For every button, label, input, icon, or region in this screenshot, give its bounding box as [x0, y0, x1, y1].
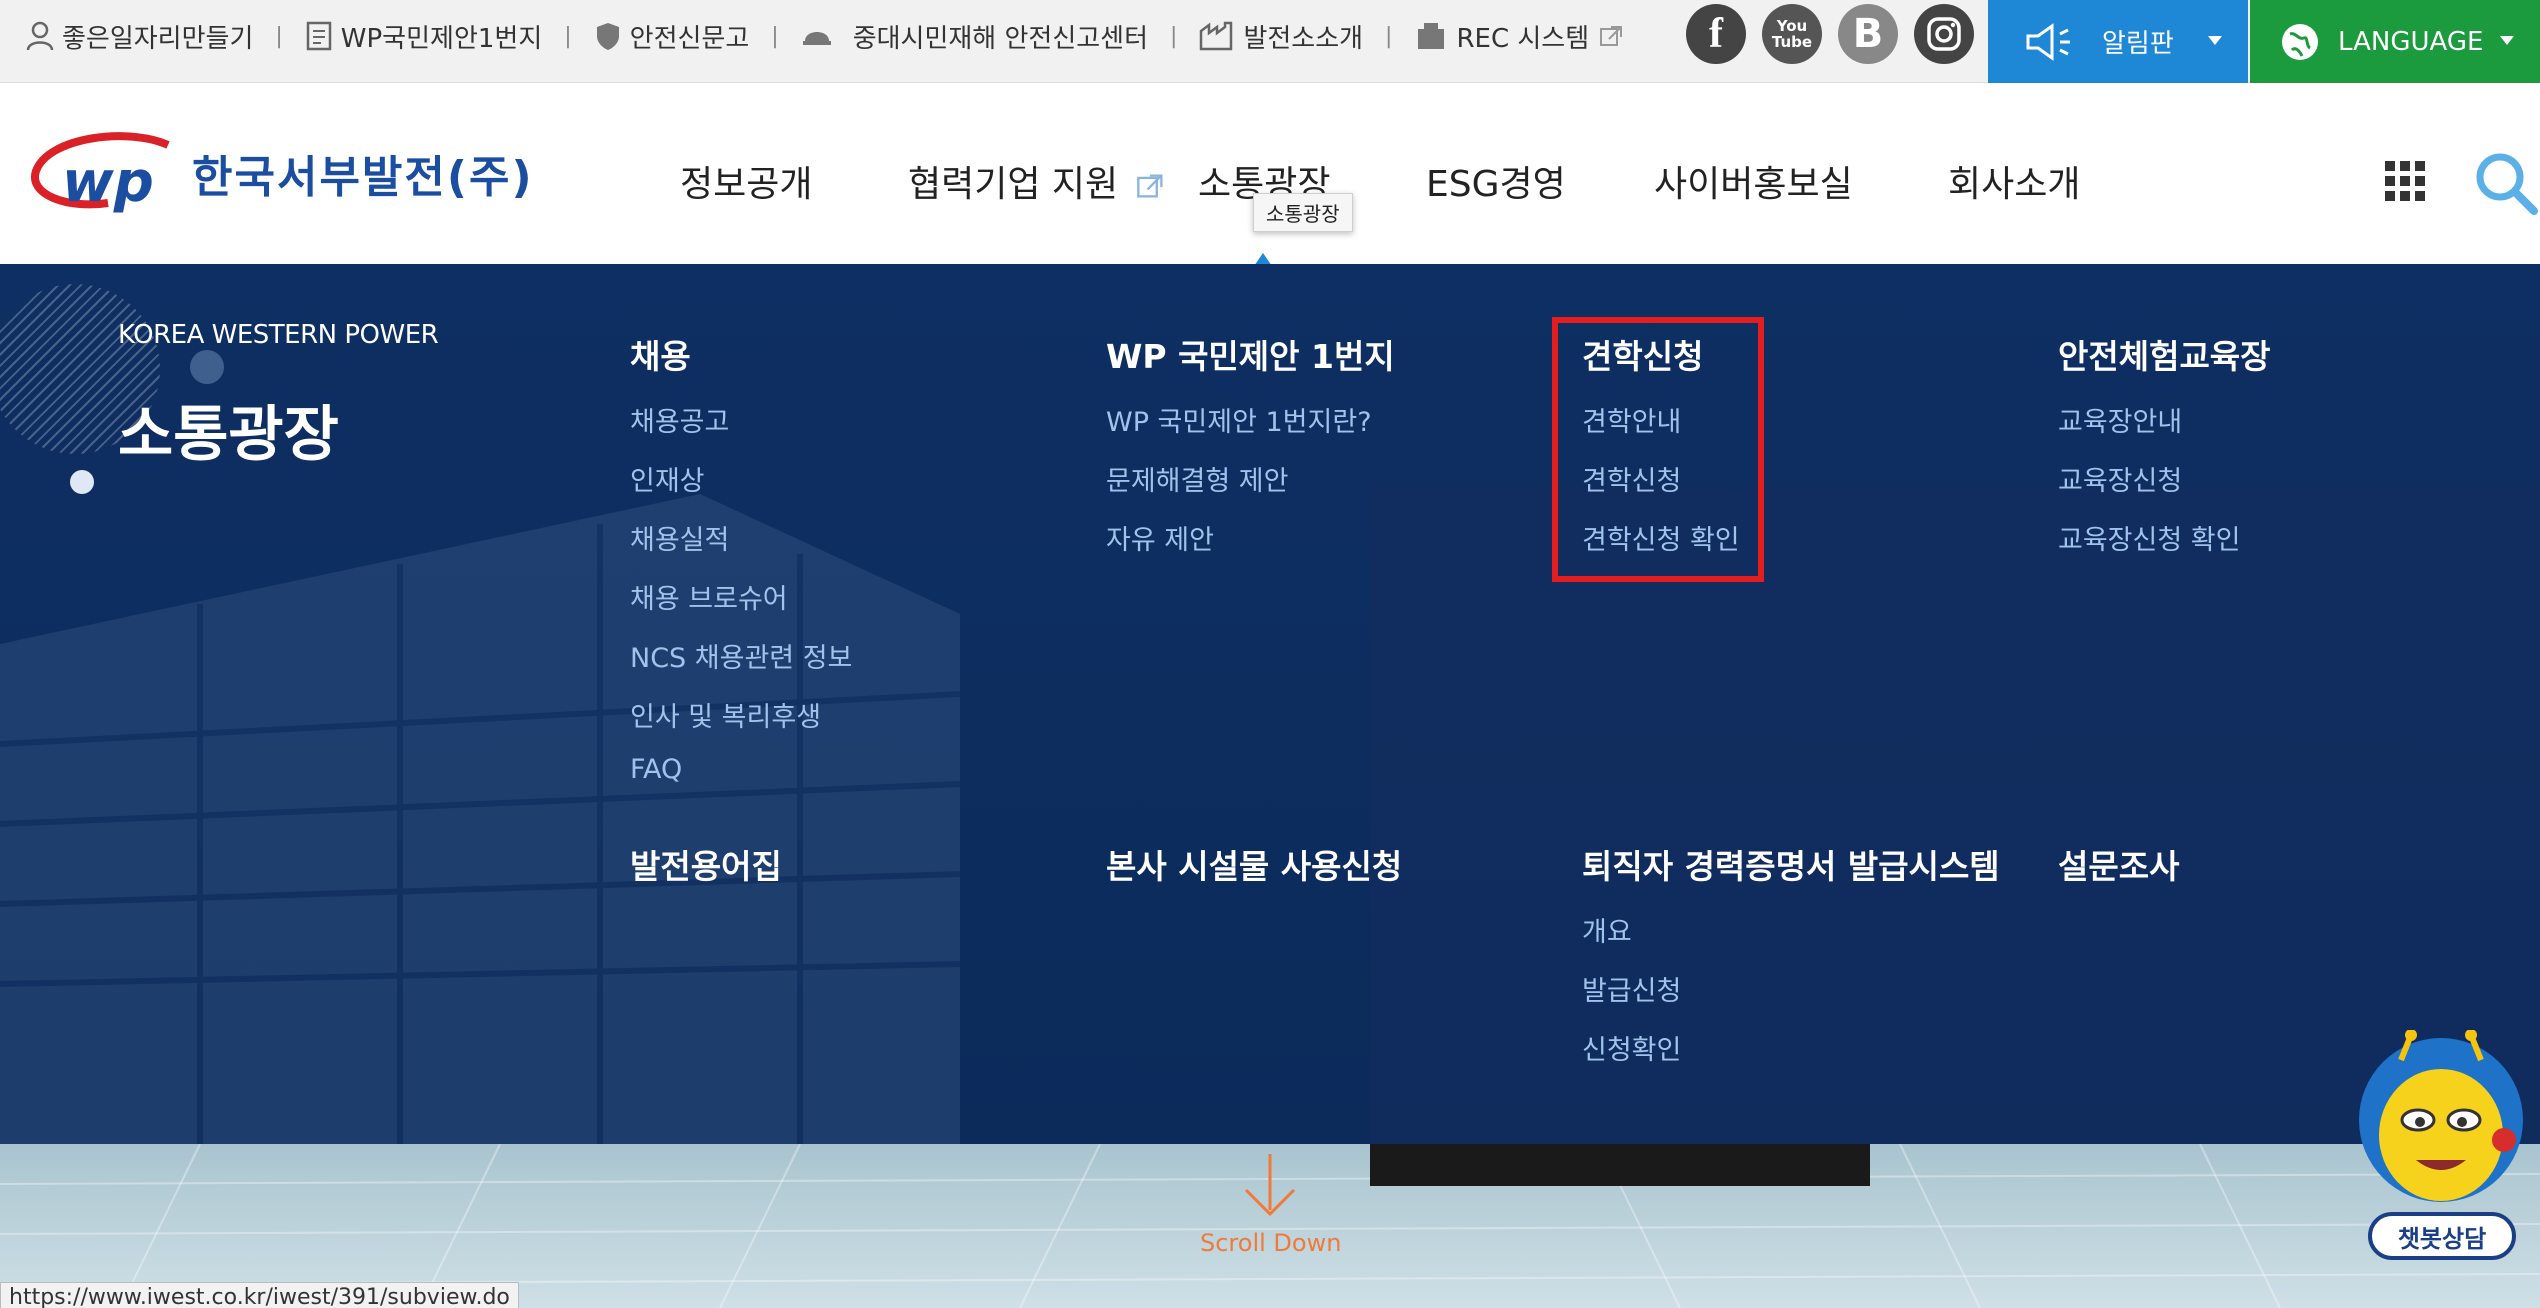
chevron-down-icon: [2500, 36, 2514, 45]
company-name: 한국서부발전(주): [192, 152, 534, 203]
util-link-label: 안전신문고: [629, 23, 750, 54]
scroll-down-link[interactable]: Scroll Down: [1200, 1229, 1341, 1257]
section-title: 소통광장: [118, 400, 339, 470]
shield-icon: [596, 23, 619, 50]
menu-title-survey[interactable]: 설문조사: [2058, 840, 2179, 888]
util-link-disaster-center[interactable]: 중대시민재해 안전신고센터: [801, 18, 1148, 55]
nav-item-info-disclosure[interactable]: 정보공개: [680, 155, 812, 207]
util-link-rec-system[interactable]: REC 시스템: [1414, 18, 1633, 55]
decorative-dot: [70, 470, 94, 494]
youtube-icon[interactable]: You Tube: [1762, 4, 1822, 64]
decorative-dot: [190, 350, 224, 384]
language-label: LANGUAGE: [2338, 26, 2484, 57]
nav-item-company-intro[interactable]: 회사소개: [1948, 155, 2080, 207]
person-icon: [26, 21, 54, 51]
dark-banner: [1370, 1144, 1870, 1186]
wp-logo-icon: wp: [31, 132, 170, 215]
util-link-plant-intro[interactable]: 발전소소개: [1199, 18, 1363, 55]
helmet-icon: [802, 32, 831, 45]
separator: |: [275, 23, 283, 49]
menu-link[interactable]: 개요: [1582, 910, 1632, 949]
factory-icon: [1200, 21, 1233, 51]
menu-link[interactable]: 교육장안내: [2058, 400, 2182, 439]
nav-tooltip: 소통광장: [1253, 193, 1353, 232]
menu-title-recruitment[interactable]: 채용: [630, 330, 691, 378]
util-link-label: 좋은일자리만들기: [62, 23, 254, 54]
status-bar-url: https://www.iwest.co.kr/iwest/391/subvie…: [0, 1282, 519, 1308]
arrow-down-icon: [1244, 1154, 1296, 1217]
separator: |: [1170, 23, 1178, 49]
menu-title-facility-use[interactable]: 본사 시설물 사용신청: [1106, 840, 1402, 888]
util-link-safety-report[interactable]: 안전신문고: [594, 18, 750, 55]
notice-board-label: 알림판: [2102, 29, 2174, 59]
menu-link[interactable]: 인재상: [630, 459, 705, 498]
util-link-label: REC 시스템: [1456, 23, 1590, 54]
menu-link[interactable]: 문제해결형 제안: [1106, 459, 1288, 498]
menu-link[interactable]: 채용 브로슈어: [630, 577, 788, 616]
background-building-image: [0, 494, 961, 1144]
facebook-icon[interactable]: f: [1686, 4, 1746, 64]
util-link-good-jobs[interactable]: 좋은일자리만들기: [26, 18, 253, 55]
chatbot-mascot-icon: [2359, 1029, 2523, 1202]
menu-link[interactable]: FAQ: [630, 754, 682, 785]
menu-link[interactable]: 자유 제안: [1106, 518, 1214, 557]
menu-link[interactable]: 교육장신청: [2058, 459, 2182, 498]
util-link-label: 발전소소개: [1243, 23, 1364, 54]
external-link-icon: [1600, 26, 1623, 46]
external-link-icon: [1136, 174, 1163, 198]
menu-link[interactable]: 채용실적: [630, 518, 729, 557]
nav-item-partner-support[interactable]: 협력기업 지원: [908, 155, 1166, 207]
menu-link[interactable]: WP 국민제안 1번지란?: [1106, 400, 1372, 439]
chevron-down-icon: [2208, 36, 2222, 45]
menu-link[interactable]: 신청확인: [1582, 1028, 1681, 1067]
brand-english: KOREA WESTERN POWER: [118, 320, 439, 350]
menu-title-career-certificate[interactable]: 퇴직자 경력증명서 발급시스템: [1582, 840, 2000, 888]
instagram-icon[interactable]: [1914, 4, 1974, 64]
separator: |: [771, 23, 779, 49]
search-icon[interactable]: [2472, 149, 2540, 217]
util-link-label: 중대시민재해 안전신고센터: [852, 23, 1149, 54]
utility-links: 좋은일자리만들기 | WP국민제안1번지 | 안전신문고 | 중대시민재해 안전…: [26, 0, 1633, 72]
nav-item-cyber-pr[interactable]: 사이버홍보실: [1654, 155, 1853, 207]
svg-text:wp: wp: [62, 150, 154, 215]
menu-title-glossary[interactable]: 발전용어집: [630, 840, 782, 888]
company-logo[interactable]: wp 한국서부발전(주): [28, 131, 534, 215]
nav-item-esg[interactable]: ESG경영: [1426, 155, 1566, 207]
util-link-label: WP국민제안1번지: [340, 23, 543, 54]
notice-board-button[interactable]: 알림판: [1988, 0, 2248, 83]
globe-icon: [2282, 23, 2318, 60]
menu-title-wp-proposal[interactable]: WP 국민제안 1번지: [1106, 330, 1395, 378]
highlight-box: [1552, 317, 1764, 582]
site-header: wp 한국서부발전(주) 정보공개 협력기업 지원 소통광장 ESG경영 사이버…: [0, 83, 2540, 264]
nav-item-label: 협력기업 지원: [908, 164, 1119, 205]
blog-icon[interactable]: B: [1838, 4, 1898, 64]
util-link-wp-proposal[interactable]: WP국민제안1번지: [305, 18, 542, 55]
chatbot-label[interactable]: 챗봇상담: [2368, 1212, 2516, 1260]
menu-link[interactable]: 채용공고: [630, 400, 729, 439]
language-button[interactable]: LANGUAGE: [2250, 0, 2540, 83]
menu-link[interactable]: 인사 및 복리후생: [630, 695, 821, 734]
menu-link[interactable]: 발급신청: [1582, 969, 1681, 1008]
building-icon: [1418, 23, 1445, 49]
mega-menu-panel: KOREA WESTERN POWER 소통광장 채용 채용공고 인재상 채용실…: [0, 264, 2540, 1144]
megaphone-icon: [2026, 22, 2070, 61]
menu-link[interactable]: NCS 채용관련 정보: [630, 636, 852, 675]
all-menu-grid-icon[interactable]: [2385, 161, 2425, 201]
separator: |: [564, 23, 572, 49]
document-icon: [306, 21, 332, 51]
menu-title-safety-training[interactable]: 안전체험교육장: [2058, 330, 2271, 378]
social-links: f You Tube B: [1686, 4, 1974, 64]
menu-link[interactable]: 교육장신청 확인: [2058, 518, 2240, 557]
separator: |: [1385, 23, 1393, 49]
utility-bar: 좋은일자리만들기 | WP국민제안1번지 | 안전신문고 | 중대시민재해 안전…: [0, 0, 2540, 83]
